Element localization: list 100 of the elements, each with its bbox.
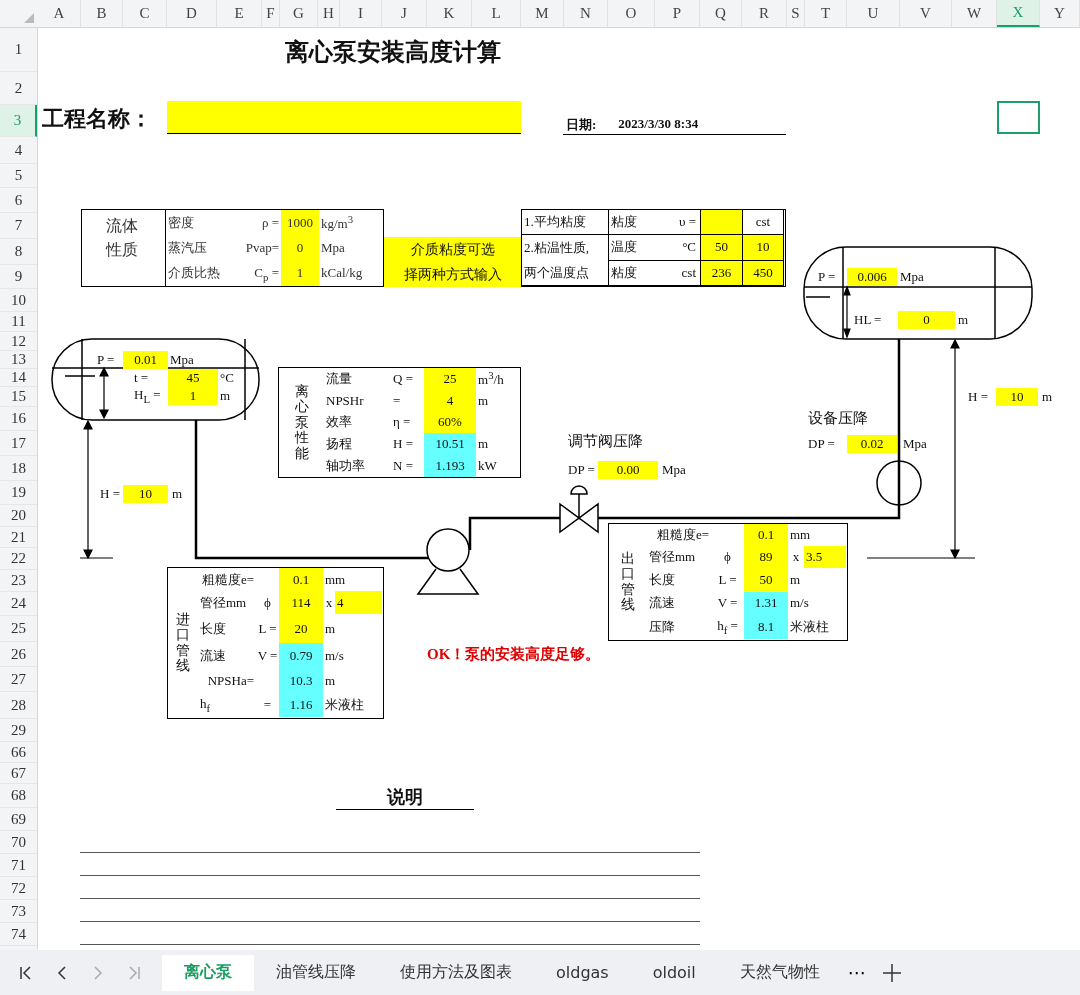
row-header[interactable]: 18	[0, 456, 37, 481]
project-name-field[interactable]	[167, 101, 521, 134]
row-header[interactable]: 21	[0, 527, 37, 548]
column-header[interactable]: A	[38, 0, 81, 27]
column-header[interactable]: G	[280, 0, 318, 27]
column-header[interactable]: I	[340, 0, 382, 27]
more-sheets-button[interactable]: ⋯	[841, 962, 872, 983]
row-header[interactable]: 27	[0, 667, 37, 692]
row-header[interactable]: 29	[0, 719, 37, 742]
row-header[interactable]: 24	[0, 592, 37, 616]
column-header[interactable]: L	[472, 0, 521, 27]
row-header[interactable]: 15	[0, 387, 37, 407]
row-header[interactable]: 67	[0, 763, 37, 784]
unit-label: m	[477, 435, 490, 454]
property-label: 粗糙度e=	[200, 570, 255, 589]
row-header[interactable]: 16	[0, 407, 37, 431]
symbol-label: L =	[257, 619, 278, 638]
value-cell: 10	[123, 485, 168, 503]
column-header[interactable]: J	[382, 0, 427, 27]
row-header[interactable]: 69	[0, 808, 37, 831]
hint-text: 介质粘度可选	[410, 240, 495, 259]
method-label: 两个温度点	[522, 260, 609, 286]
property-label: h$_{f}$	[199, 695, 212, 716]
row-header[interactable]: 17	[0, 431, 37, 456]
row-header[interactable]: 68	[0, 784, 37, 808]
symbol-label: cst	[681, 264, 696, 281]
row-header[interactable]: 28	[0, 692, 37, 719]
sheet-tab[interactable]: oldgas	[534, 954, 631, 991]
unit-label: Mpa	[662, 462, 686, 478]
unit-label: m	[958, 312, 969, 328]
row-header[interactable]: 66	[0, 742, 37, 763]
row-header[interactable]: 8	[0, 239, 37, 265]
row-header[interactable]: 13	[0, 351, 37, 369]
column-header[interactable]: P	[655, 0, 700, 27]
column-header[interactable]: T	[805, 0, 847, 27]
row-header[interactable]: 71	[0, 854, 37, 877]
column-header[interactable]: Y	[1040, 0, 1080, 27]
first-sheet-icon[interactable]	[18, 964, 34, 981]
row-header[interactable]: 23	[0, 570, 37, 592]
row-header[interactable]: 22	[0, 548, 37, 570]
column-header[interactable]: S	[787, 0, 805, 27]
column-header[interactable]: U	[847, 0, 900, 27]
symbol-label: υ =	[678, 214, 696, 231]
property-label: 长度	[648, 571, 676, 589]
row-header[interactable]: 19	[0, 481, 37, 505]
column-header[interactable]: B	[81, 0, 123, 27]
row-header[interactable]: 5	[0, 164, 37, 188]
symbol-label: =	[262, 696, 273, 714]
column-header[interactable]: O	[608, 0, 655, 27]
valve-icon	[559, 485, 599, 534]
column-header[interactable]: V	[900, 0, 952, 27]
property-label: NPSHa=	[206, 671, 255, 690]
symbol-label: V =	[256, 646, 279, 665]
sheet-tab[interactable]: 油管线压降	[254, 954, 378, 991]
symbol-label: =	[392, 391, 402, 410]
unit-label: Mpa	[903, 436, 927, 452]
row-header[interactable]: 73	[0, 900, 37, 923]
row-header[interactable]: 4	[0, 137, 37, 164]
method-label: 2.粘温性质,	[522, 235, 609, 261]
column-header[interactable]: R	[742, 0, 787, 27]
row-header[interactable]: 12	[0, 332, 37, 351]
sheet-tab[interactable]: 天然气物性	[717, 954, 842, 991]
unit-label: m/s	[324, 646, 345, 665]
row-header[interactable]: 1	[0, 28, 37, 72]
value-cell: 4	[335, 591, 382, 614]
row-header[interactable]: 20	[0, 505, 37, 527]
sheet-tab[interactable]: oldoil	[630, 954, 718, 991]
field-label: H =	[100, 486, 121, 502]
column-header[interactable]: K	[427, 0, 472, 27]
column-header[interactable]: E	[217, 0, 262, 27]
value-cell: 10.3	[279, 668, 323, 693]
row-header[interactable]: 70	[0, 831, 37, 854]
property-label: 介质比热	[167, 264, 221, 283]
hint-text: 择两种方式输入	[403, 265, 502, 284]
column-header[interactable]: H	[318, 0, 340, 27]
add-sheet-icon[interactable]	[881, 962, 902, 983]
row-header[interactable]: 26	[0, 642, 37, 667]
column-header[interactable]: F	[262, 0, 280, 27]
unit-label: m$^{3}$/h	[477, 368, 505, 390]
row-header[interactable]: 6	[0, 188, 37, 213]
value-cell: 10	[743, 235, 784, 261]
row-header[interactable]: 10	[0, 289, 37, 312]
column-header[interactable]: C	[123, 0, 167, 27]
value-cell: 89	[744, 546, 788, 568]
column-header[interactable]: Q	[700, 0, 742, 27]
property-label: 粘度	[611, 263, 637, 282]
row-header[interactable]: 14	[0, 369, 37, 387]
property-label: 粘度	[611, 213, 637, 232]
column-header[interactable]: M	[521, 0, 564, 27]
row-header[interactable]: 11	[0, 312, 37, 332]
sheet-tab[interactable]: 使用方法及图表	[378, 954, 534, 991]
row-header[interactable]: 25	[0, 616, 37, 642]
column-header[interactable]: D	[167, 0, 217, 27]
row-header[interactable]: 74	[0, 923, 37, 946]
row-header[interactable]: 7	[0, 213, 37, 239]
row-header[interactable]: 9	[0, 265, 37, 289]
equipment-icon	[876, 460, 922, 506]
column-header[interactable]: N	[564, 0, 608, 27]
value-cell: 1.16	[279, 693, 323, 717]
row-header[interactable]: 72	[0, 877, 37, 900]
